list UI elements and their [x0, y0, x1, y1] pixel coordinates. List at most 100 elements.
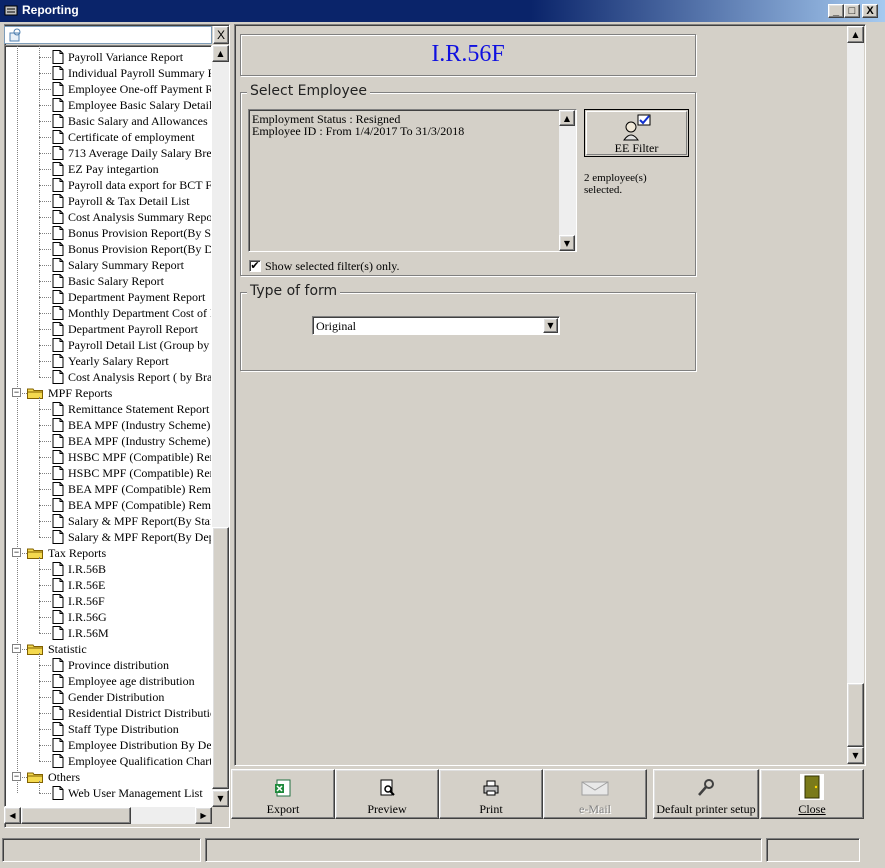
- print-label: Print: [479, 802, 503, 816]
- clear-search-button[interactable]: X: [213, 26, 229, 44]
- close-button[interactable]: Close: [760, 769, 864, 819]
- scroll-right-arrow-icon[interactable]: ▶: [195, 807, 212, 824]
- tree-item-label: I.R.56E: [68, 578, 106, 592]
- tree-item-label: Staff Type Distribution: [68, 722, 179, 736]
- document-icon: [52, 130, 64, 144]
- collapse-toggle-icon[interactable]: −: [12, 644, 21, 653]
- document-icon: [52, 658, 64, 672]
- tree-scroll-thumb[interactable]: [212, 527, 229, 789]
- folder-open-icon: [27, 388, 43, 399]
- document-icon: [52, 754, 64, 768]
- select-employee-legend: Select Employee: [247, 83, 370, 99]
- filter-summary-box[interactable]: Employment Status : Resigned Employee ID…: [248, 109, 577, 252]
- filter-scrollbar[interactable]: ▲ ▼: [559, 110, 576, 251]
- main-vertical-scrollbar[interactable]: ▲ ▼: [847, 26, 864, 764]
- print-button[interactable]: Print: [439, 769, 543, 819]
- scroll-left-arrow-icon[interactable]: ◀: [4, 807, 21, 824]
- tree-item-label: I.R.56M: [68, 626, 109, 640]
- tree-connector-line: [39, 105, 51, 106]
- tree-connector-line: [39, 46, 40, 377]
- document-icon: [52, 498, 64, 512]
- tree-item-label: BEA MPF (Industry Scheme) R: [68, 434, 212, 448]
- document-icon: [52, 290, 64, 304]
- tree-item-label: Employee Distribution By Dep: [68, 738, 212, 752]
- collapse-toggle-icon[interactable]: −: [12, 548, 21, 557]
- tree-connector-line: [39, 633, 51, 634]
- excel-export-icon: [275, 779, 291, 797]
- document-icon: [52, 178, 64, 192]
- printer-icon: [483, 780, 499, 796]
- main-scroll-thumb[interactable]: [847, 683, 864, 747]
- tree-folder-label: MPF Reports: [48, 386, 113, 400]
- show-selected-checkbox[interactable]: ✔: [249, 260, 261, 272]
- maximize-button[interactable]: □: [844, 4, 860, 18]
- ee-filter-button[interactable]: EE Filter: [584, 109, 689, 157]
- scroll-down-arrow-icon[interactable]: ▼: [212, 790, 229, 807]
- tree-hscroll-thumb[interactable]: [21, 807, 131, 824]
- tree-item-label: Basic Salary Report: [68, 274, 164, 288]
- filter-scroll-down-icon[interactable]: ▼: [559, 235, 575, 251]
- tree-connector-line: [39, 425, 51, 426]
- dropdown-arrow-icon[interactable]: ▼: [543, 318, 558, 333]
- document-icon: [52, 706, 64, 720]
- report-window-icon: [4, 5, 18, 16]
- tree-connector-line: [39, 169, 51, 170]
- form-title-box: I.R.56F: [240, 34, 696, 76]
- tree-item-label: Employee age distribution: [68, 674, 195, 688]
- document-icon: [52, 322, 64, 336]
- document-icon: [52, 210, 64, 224]
- document-icon: [52, 370, 64, 384]
- status-pane-left: [2, 838, 201, 862]
- tree-item-label: Salary & MPF Report(By Staff: [68, 514, 212, 528]
- tree-connector-line: [39, 313, 51, 314]
- tree-connector-line: [39, 397, 40, 537]
- form-type-select[interactable]: Original ▼: [312, 316, 560, 335]
- wrench-icon: [698, 779, 714, 796]
- tree-item-label: Employee One-off Payment Re: [68, 82, 212, 96]
- tree-connector-line: [39, 697, 51, 698]
- tree-item-label: Gender Distribution: [68, 690, 165, 704]
- document-icon: [52, 402, 64, 416]
- tree-vertical-scrollbar[interactable]: ▲ ▼: [212, 45, 229, 807]
- export-button[interactable]: Export: [231, 769, 335, 819]
- close-window-button[interactable]: X: [862, 4, 878, 18]
- email-button[interactable]: e-Mail: [543, 769, 647, 819]
- tree-connector-line: [39, 281, 51, 282]
- collapse-toggle-icon[interactable]: −: [12, 772, 21, 781]
- document-icon: [52, 514, 64, 528]
- tree-connector-line: [39, 745, 51, 746]
- tree-connector-line: [39, 201, 51, 202]
- employee-filter-icon: [623, 114, 651, 141]
- tree-connector-line: [39, 377, 51, 378]
- main-scroll-down-icon[interactable]: ▼: [847, 747, 864, 764]
- email-icon: [581, 781, 609, 796]
- form-type-value: Original: [316, 319, 356, 333]
- tree-item-label: Web User Management List: [68, 786, 203, 800]
- selected-count-line: 2 employee(s): [584, 172, 647, 184]
- tree-item-label: I.R.56B: [68, 562, 107, 576]
- default-printer-setup-button[interactable]: Default printer setup: [653, 769, 759, 819]
- tree-connector-line: [39, 505, 51, 506]
- tree-item-label: Department Payment Report: [68, 290, 206, 304]
- tree-item-label: Payroll Detail List (Group by P: [68, 338, 212, 352]
- show-selected-label: Show selected filter(s) only.: [265, 259, 400, 273]
- document-icon: [52, 66, 64, 80]
- tree-search-input[interactable]: [4, 26, 212, 44]
- tree-connector-line: [39, 681, 51, 682]
- tree-connector-line: [39, 617, 51, 618]
- selected-count-text: 2 employee(s) selected.: [584, 172, 684, 196]
- preview-button[interactable]: Preview: [335, 769, 439, 819]
- document-icon: [52, 450, 64, 464]
- scroll-up-arrow-icon[interactable]: ▲: [212, 45, 229, 62]
- document-icon: [52, 354, 64, 368]
- tree-item-label: I.R.56F: [68, 594, 105, 608]
- email-label: e-Mail: [579, 802, 611, 816]
- collapse-toggle-icon[interactable]: −: [12, 388, 21, 397]
- filter-scroll-up-icon[interactable]: ▲: [559, 110, 575, 126]
- tree-horizontal-scrollbar[interactable]: ◀ ▶: [4, 807, 212, 824]
- minimize-button[interactable]: _: [828, 4, 844, 18]
- tree-item-label: Cost Analysis Report ( by Bran: [68, 370, 212, 384]
- document-icon: [52, 82, 64, 96]
- main-scroll-up-icon[interactable]: ▲: [847, 26, 864, 43]
- tree-item-label: Department Payroll Report: [68, 322, 198, 336]
